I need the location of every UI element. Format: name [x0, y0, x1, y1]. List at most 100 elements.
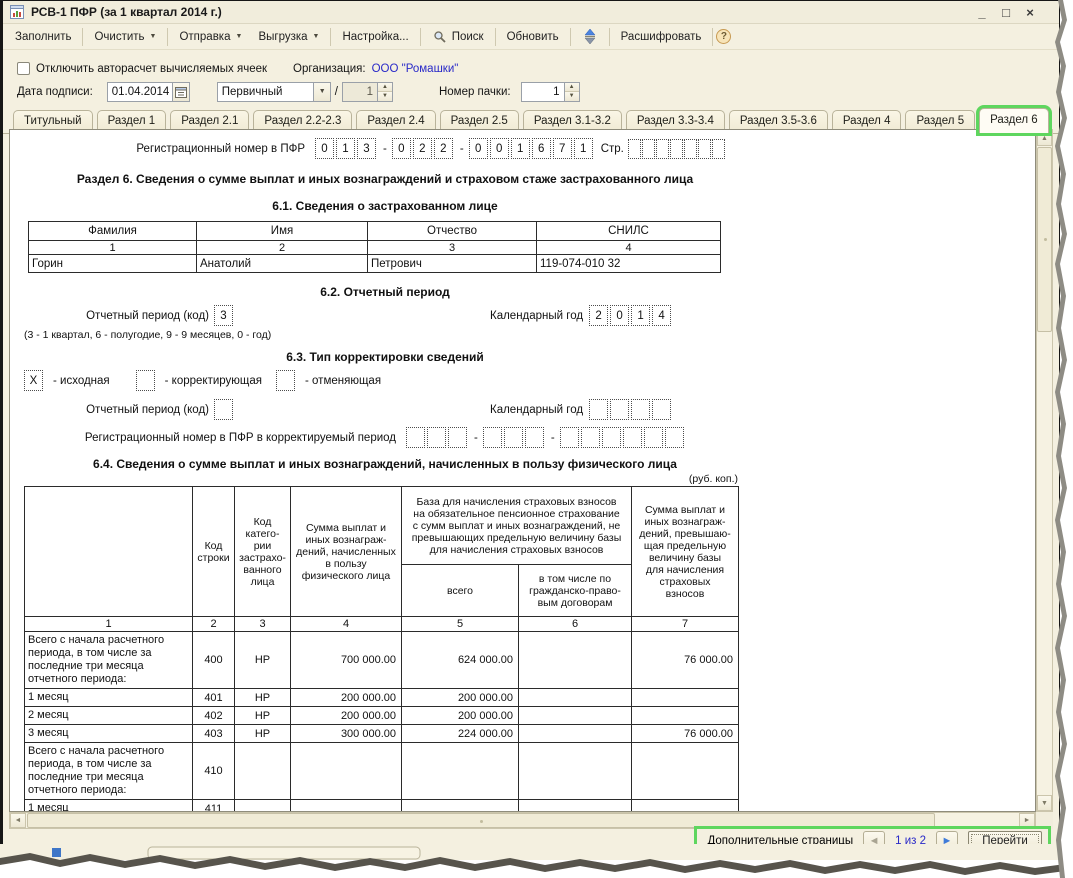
amount-cell[interactable] — [519, 632, 632, 689]
amount-cell[interactable]: 200 000.00 — [291, 707, 402, 725]
amount-cell[interactable] — [632, 743, 739, 800]
vertical-scrollbar-thumb[interactable] — [1037, 147, 1052, 332]
regnum-cell[interactable]: 1 — [511, 138, 530, 159]
regnum-cell[interactable]: 6 — [532, 138, 551, 159]
minimize-button[interactable]: _ — [975, 5, 989, 20]
go-button[interactable]: Перейти — [968, 831, 1042, 852]
doc-type-select[interactable]: Первичный — [217, 82, 314, 102]
amount-cell[interactable]: 224 000.00 — [402, 725, 519, 743]
year-cell[interactable]: 4 — [652, 305, 671, 326]
settings-button[interactable]: Настройка... — [334, 27, 416, 47]
amount-cell[interactable]: 300 000.00 — [291, 725, 402, 743]
corr-cancelling-cell[interactable] — [276, 370, 295, 391]
amount-cell[interactable]: 76 000.00 — [632, 725, 739, 743]
regnum-cell[interactable]: 0 — [490, 138, 509, 159]
corr-regnum-cell[interactable] — [665, 427, 684, 448]
snils-cell[interactable]: 119-074-010 32 — [537, 255, 721, 273]
sign-date-input[interactable]: 01.04.2014 — [107, 82, 173, 102]
amount-cell[interactable] — [519, 800, 632, 813]
next-page-button[interactable]: ► — [936, 831, 958, 851]
regnum-cell[interactable]: 7 — [553, 138, 572, 159]
search-button[interactable]: Поиск — [424, 25, 492, 49]
amount-cell[interactable]: 700 000.00 — [291, 632, 402, 689]
revision-stepper[interactable]: ▲ ▼ — [378, 82, 393, 102]
page-cell[interactable] — [628, 139, 641, 159]
surname-cell[interactable]: Горин — [29, 255, 197, 273]
amount-cell[interactable]: 200 000.00 — [402, 689, 519, 707]
pack-number-stepper[interactable]: ▲ ▼ — [565, 82, 580, 102]
corr-year-cell[interactable] — [652, 399, 671, 420]
regnum-cell[interactable]: 3 — [357, 138, 376, 159]
category-cell[interactable]: НР — [235, 707, 291, 725]
year-cell[interactable]: 1 — [631, 305, 650, 326]
corr-regnum-cell[interactable] — [560, 427, 579, 448]
amount-cell[interactable]: 76 000.00 — [632, 632, 739, 689]
corr-period-cell[interactable] — [214, 399, 233, 420]
corr-year-cell[interactable] — [631, 399, 650, 420]
amount-cell[interactable] — [632, 689, 739, 707]
category-cell[interactable]: НР — [235, 632, 291, 689]
amount-cell[interactable] — [519, 725, 632, 743]
page-cell[interactable] — [712, 139, 725, 159]
doc-type-dropdown-button[interactable]: ▼ — [314, 82, 331, 102]
organization-link[interactable]: ООО "Ромашки" — [372, 63, 459, 75]
category-cell[interactable] — [235, 800, 291, 813]
page-cell[interactable] — [656, 139, 669, 159]
amount-cell[interactable] — [519, 743, 632, 800]
amount-cell[interactable]: 200 000.00 — [402, 707, 519, 725]
amount-cell[interactable] — [519, 689, 632, 707]
refresh-button[interactable]: Обновить — [499, 27, 567, 47]
corr-regnum-cell[interactable] — [602, 427, 621, 448]
scroll-left-button[interactable]: ◄ — [10, 813, 26, 828]
amount-cell[interactable] — [519, 707, 632, 725]
fill-button[interactable]: Заполнить — [7, 27, 79, 47]
regnum-cell[interactable]: 0 — [469, 138, 488, 159]
page-cell[interactable] — [670, 139, 683, 159]
page-cell[interactable] — [684, 139, 697, 159]
corr-initial-cell[interactable]: X — [24, 370, 43, 391]
corr-regnum-cell[interactable] — [483, 427, 502, 448]
maximize-button[interactable]: □ — [999, 5, 1013, 20]
pack-number-input[interactable]: 1 — [521, 82, 565, 102]
amount-cell[interactable] — [632, 707, 739, 725]
corr-regnum-cell[interactable] — [504, 427, 523, 448]
page-cell[interactable] — [642, 139, 655, 159]
name-cell[interactable]: Анатолий — [197, 255, 368, 273]
corr-regnum-cell[interactable] — [581, 427, 600, 448]
category-cell[interactable]: НР — [235, 689, 291, 707]
regnum-cell[interactable]: 1 — [336, 138, 355, 159]
autocalc-checkbox[interactable] — [17, 62, 30, 75]
corr-regnum-cell[interactable] — [448, 427, 467, 448]
amount-cell[interactable]: 624 000.00 — [402, 632, 519, 689]
regnum-cell[interactable]: 1 — [574, 138, 593, 159]
amount-cell[interactable] — [402, 800, 519, 813]
unload-button[interactable]: Выгрузка▼ — [250, 27, 327, 47]
page-cell[interactable] — [698, 139, 711, 159]
amount-cell[interactable] — [402, 743, 519, 800]
amount-cell[interactable] — [291, 800, 402, 813]
sort-button[interactable] — [574, 25, 606, 49]
year-cell[interactable]: 0 — [610, 305, 629, 326]
period-code-cell[interactable]: 3 — [214, 305, 233, 326]
regnum-cell[interactable]: 2 — [413, 138, 432, 159]
amount-cell[interactable] — [291, 743, 402, 800]
decrypt-button[interactable]: Расшифровать — [613, 27, 710, 47]
amount-cell[interactable] — [632, 800, 739, 813]
category-cell[interactable] — [235, 743, 291, 800]
corr-year-cell[interactable] — [589, 399, 608, 420]
amount-cell[interactable]: 200 000.00 — [291, 689, 402, 707]
regnum-cell[interactable]: 0 — [392, 138, 411, 159]
corr-correcting-cell[interactable] — [136, 370, 155, 391]
send-button[interactable]: Отправка▼ — [171, 27, 250, 47]
close-button[interactable]: × — [1023, 5, 1037, 20]
corr-regnum-cell[interactable] — [623, 427, 642, 448]
regnum-cell[interactable]: 0 — [315, 138, 334, 159]
calendar-button[interactable] — [173, 82, 190, 102]
regnum-cell[interactable]: 2 — [434, 138, 453, 159]
previous-page-button[interactable]: ◄ — [863, 831, 885, 851]
corr-regnum-cell[interactable] — [644, 427, 663, 448]
tab-razdel-6-active[interactable]: Раздел 6 — [979, 108, 1049, 133]
clear-button[interactable]: Очистить▼ — [86, 27, 164, 47]
vertical-scrollbar[interactable]: ▲ ▼ — [1036, 129, 1053, 812]
help-icon[interactable]: ? — [716, 29, 731, 44]
